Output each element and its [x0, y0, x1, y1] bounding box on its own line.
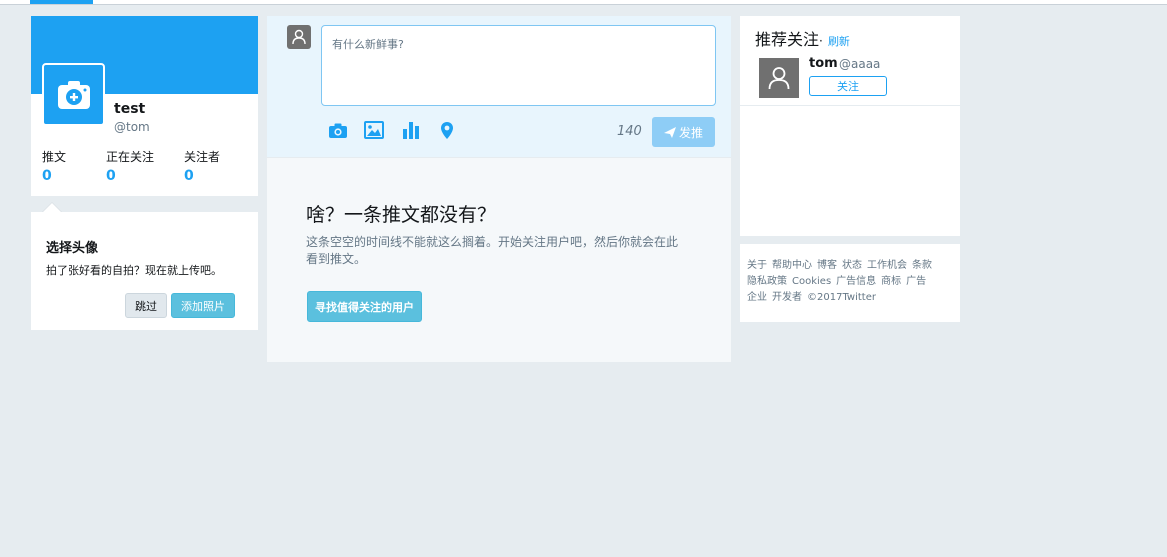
bar-chart-icon: [403, 122, 419, 139]
tweet-button-label: 发推: [678, 125, 703, 140]
who-to-follow-header: 推荐关注· 刷新: [755, 26, 850, 50]
location-pin-icon: [441, 121, 453, 139]
stat-followers[interactable]: 关注者 0: [184, 148, 220, 184]
add-photo-button[interactable]: 添加照片: [171, 293, 235, 318]
avatar-prompt-description: 拍了张好看的自拍？现在就上传吧。: [46, 264, 222, 277]
divider: [740, 105, 960, 106]
footer-link[interactable]: 商标: [881, 276, 901, 287]
empty-state-heading: 啥？一条推文都没有？: [306, 204, 497, 226]
stat-value: 0: [106, 168, 116, 184]
footer-link[interactable]: Cookies: [792, 276, 831, 287]
tweet-input[interactable]: [321, 25, 716, 106]
suggested-user-name[interactable]: tom: [809, 56, 838, 71]
footer-link[interactable]: 工作机会: [867, 260, 907, 271]
stat-value: 0: [184, 168, 194, 184]
footer-links: 关于 帮助中心 博客 状态 工作机会 条款 隐私政策 Cookies 广告信息 商标 广告 企业开…: [747, 258, 954, 306]
footer-link[interactable]: 博客: [817, 260, 837, 271]
stat-label: 关注者: [184, 150, 221, 164]
send-icon: [663, 126, 676, 138]
stat-tweets[interactable]: 推文 0: [42, 148, 66, 184]
profile-handle[interactable]: @tom: [114, 120, 150, 134]
stat-following[interactable]: 正在关注 0: [106, 148, 154, 184]
prompt-caret-fill: [43, 203, 61, 212]
timeline-empty-state: 啥？一条推文都没有？ 这条空空的时间线不能就这么搁着。开始关注用户吧，然后你就会…: [267, 158, 731, 362]
image-button[interactable]: [363, 120, 385, 140]
user-icon: [292, 29, 306, 45]
suggested-user-avatar[interactable]: [759, 58, 799, 98]
top-nav-bar: [0, 0, 1167, 5]
footer-link[interactable]: 条款: [912, 260, 932, 271]
user-avatar-small: [287, 25, 311, 49]
who-to-follow-title: 推荐关注: [755, 30, 820, 49]
refresh-link[interactable]: 刷新: [828, 35, 850, 48]
camera-add-icon: [57, 80, 90, 109]
location-button[interactable]: [436, 120, 458, 140]
who-to-follow-card: 推荐关注· 刷新 tom @aaaa 关注: [740, 16, 960, 236]
footer-link[interactable]: 隐私政策: [747, 276, 787, 287]
stat-label: 推文: [42, 150, 67, 164]
stat-value: 0: [42, 168, 52, 184]
avatar-prompt-card: 选择头像 拍了张好看的自拍？现在就上传吧。 跳过 添加照片: [31, 202, 258, 330]
footer-card: 关于 帮助中心 博客 状态 工作机会 条款 隐私政策 Cookies 广告信息 商标 广告 企业开…: [740, 244, 960, 322]
footer-link[interactable]: 企业: [747, 292, 767, 303]
active-tab-indicator: [30, 0, 93, 4]
stat-label: 正在关注: [106, 150, 155, 164]
follow-button[interactable]: 关注: [809, 76, 887, 96]
footer-link[interactable]: 状态: [842, 260, 862, 271]
poll-button[interactable]: [400, 120, 422, 140]
profile-card: test @tom 推文 0 正在关注 0 关注者 0: [31, 16, 258, 196]
tweet-button[interactable]: 发推: [652, 117, 715, 147]
footer-link[interactable]: 广告: [906, 276, 926, 287]
find-users-button[interactable]: 寻找值得关注的用户: [307, 291, 422, 322]
title-separator: ·: [819, 34, 823, 48]
tweet-compose-box: 140 发推: [267, 16, 731, 157]
skip-button[interactable]: 跳过: [125, 293, 167, 318]
profile-avatar[interactable]: [42, 63, 105, 126]
footer-link[interactable]: 开发者: [772, 292, 802, 303]
camera-icon: [329, 123, 347, 138]
camera-button[interactable]: [327, 120, 349, 140]
char-counter: 140: [617, 124, 642, 139]
image-icon: [364, 121, 384, 139]
profile-name[interactable]: test: [114, 101, 145, 117]
copyright: ©2017Twitter: [807, 292, 876, 303]
footer-link[interactable]: 广告信息: [836, 276, 876, 287]
empty-state-description: 这条空空的时间线不能就这么搁着。开始关注用户吧，然后你就会在此看到推文。: [306, 235, 679, 266]
footer-link[interactable]: 关于: [747, 260, 767, 271]
footer-link[interactable]: 帮助中心: [772, 260, 812, 271]
suggested-user-handle: @aaaa: [839, 57, 881, 71]
avatar-prompt-title: 选择头像: [46, 241, 99, 256]
user-icon: [768, 67, 790, 90]
